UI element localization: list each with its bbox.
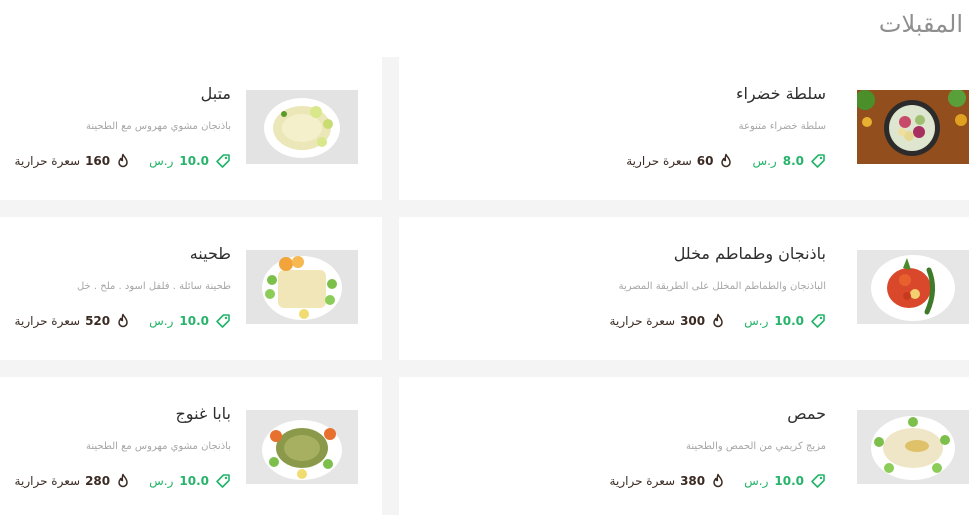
menu-item-card[interactable]: سلطة خضراء سلطة خضراء متنوعة 8.0 ر.س 60 … (399, 57, 969, 200)
menu-item-description: مزيج كريمي من الحمص والطحينة (686, 441, 826, 452)
menu-item-calories: 280 سعرة حرارية (15, 473, 132, 489)
menu-item-calories: 160 سعرة حرارية (15, 153, 132, 169)
price-tag-icon (215, 153, 231, 169)
menu-item-price: 8.0 ر.س (752, 153, 826, 169)
price-tag-icon (215, 313, 231, 329)
menu-item-price: 10.0 ر.س (744, 473, 826, 489)
menu-item-name: بابا غنوج (175, 404, 231, 423)
menu-item-description: سلطة خضراء متنوعة (738, 121, 826, 132)
menu-item-description: الباذنجان والطماطم المخلل على الطريقة ال… (618, 281, 826, 292)
calories-value: 300 (680, 314, 706, 328)
menu-item-meta: 10.0 ر.س 520 سعرة حرارية (15, 313, 231, 329)
menu-item-name: سلطة خضراء (735, 84, 826, 103)
menu-item-price: 10.0 ر.س (744, 313, 826, 329)
flame-icon (115, 153, 131, 169)
menu-item-description: باذنجان مشوي مهروس مع الطحينة (86, 121, 231, 132)
menu-item-meta: 10.0 ر.س 160 سعرة حرارية (15, 153, 231, 169)
calories-value: 380 (680, 474, 706, 488)
flame-icon (718, 153, 734, 169)
calories-label: سعرة حرارية (626, 154, 692, 168)
currency-label: ر.س (752, 154, 777, 168)
menu-item-price: 10.0 ر.س (149, 153, 231, 169)
menu-item-meta: 10.0 ر.س 280 سعرة حرارية (15, 473, 231, 489)
menu-page: المقبلات سلطة خضراء سلطة خضراء متنوعة 8.… (0, 0, 969, 515)
price-tag-icon (215, 473, 231, 489)
flame-icon (115, 473, 131, 489)
menu-item-description: طحينة سائلة . فلفل اسود . ملح . خل (76, 281, 231, 292)
menu-item-price: 10.0 ر.س (149, 313, 231, 329)
price-tag-icon (810, 313, 826, 329)
price-value: 10.0 (179, 314, 209, 328)
currency-label: ر.س (149, 474, 174, 488)
price-value: 10.0 (774, 474, 804, 488)
calories-value: 60 (696, 154, 714, 168)
calories-label: سعرة حرارية (14, 314, 81, 328)
menu-item-calories: 520 سعرة حرارية (15, 313, 132, 329)
price-tag-icon (810, 473, 826, 489)
calories-label: سعرة حرارية (609, 474, 676, 488)
menu-item-calories: 60 سعرة حرارية (626, 153, 734, 169)
menu-item-card[interactable]: باذنجان وطماطم مخلل الباذنجان والطماطم ا… (399, 217, 969, 360)
menu-item-calories: 300 سعرة حرارية (610, 313, 727, 329)
section-header: المقبلات (0, 0, 969, 57)
calories-value: 280 (85, 474, 111, 488)
currency-label: ر.س (149, 154, 174, 168)
price-tag-icon (810, 153, 826, 169)
flame-icon (115, 313, 131, 329)
currency-label: ر.س (744, 314, 769, 328)
menu-item-name: باذنجان وطماطم مخلل (673, 244, 826, 263)
menu-item-description: باذنجان مشوي مهروس مع الطحينة (86, 441, 231, 452)
menu-item-image[interactable] (857, 90, 969, 164)
menu-item-card[interactable]: متبل باذنجان مشوي مهروس مع الطحينة 10.0 … (0, 57, 382, 200)
menu-item-image[interactable] (246, 250, 358, 324)
section-title: المقبلات (878, 10, 963, 38)
menu-item-name: طحينه (189, 244, 231, 263)
menu-item-image[interactable] (857, 410, 969, 484)
calories-value: 160 (85, 154, 111, 168)
flame-icon (710, 473, 726, 489)
menu-item-card[interactable]: طحينه طحينة سائلة . فلفل اسود . ملح . خل… (0, 217, 382, 360)
menu-item-calories: 380 سعرة حرارية (610, 473, 727, 489)
menu-item-name: متبل (200, 84, 231, 103)
menu-item-price: 10.0 ر.س (149, 473, 231, 489)
menu-item-meta: 10.0 ر.س 380 سعرة حرارية (610, 473, 826, 489)
menu-item-image[interactable] (246, 90, 358, 164)
calories-label: سعرة حرارية (609, 314, 676, 328)
menu-item-image[interactable] (246, 410, 358, 484)
price-value: 10.0 (179, 154, 209, 168)
calories-label: سعرة حرارية (14, 154, 81, 168)
price-value: 10.0 (774, 314, 804, 328)
price-value: 8.0 (782, 154, 804, 168)
menu-item-card[interactable]: حمص مزيج كريمي من الحمص والطحينة 10.0 ر.… (399, 377, 969, 515)
calories-label: سعرة حرارية (14, 474, 81, 488)
currency-label: ر.س (149, 314, 174, 328)
menu-item-meta: 8.0 ر.س 60 سعرة حرارية (626, 153, 826, 169)
price-value: 10.0 (179, 474, 209, 488)
calories-value: 520 (85, 314, 111, 328)
menu-item-image[interactable] (857, 250, 969, 324)
menu-item-meta: 10.0 ر.س 300 سعرة حرارية (610, 313, 826, 329)
menu-item-name: حمص (787, 404, 826, 423)
currency-label: ر.س (744, 474, 769, 488)
menu-item-card[interactable]: بابا غنوج باذنجان مشوي مهروس مع الطحينة … (0, 377, 382, 515)
flame-icon (710, 313, 726, 329)
